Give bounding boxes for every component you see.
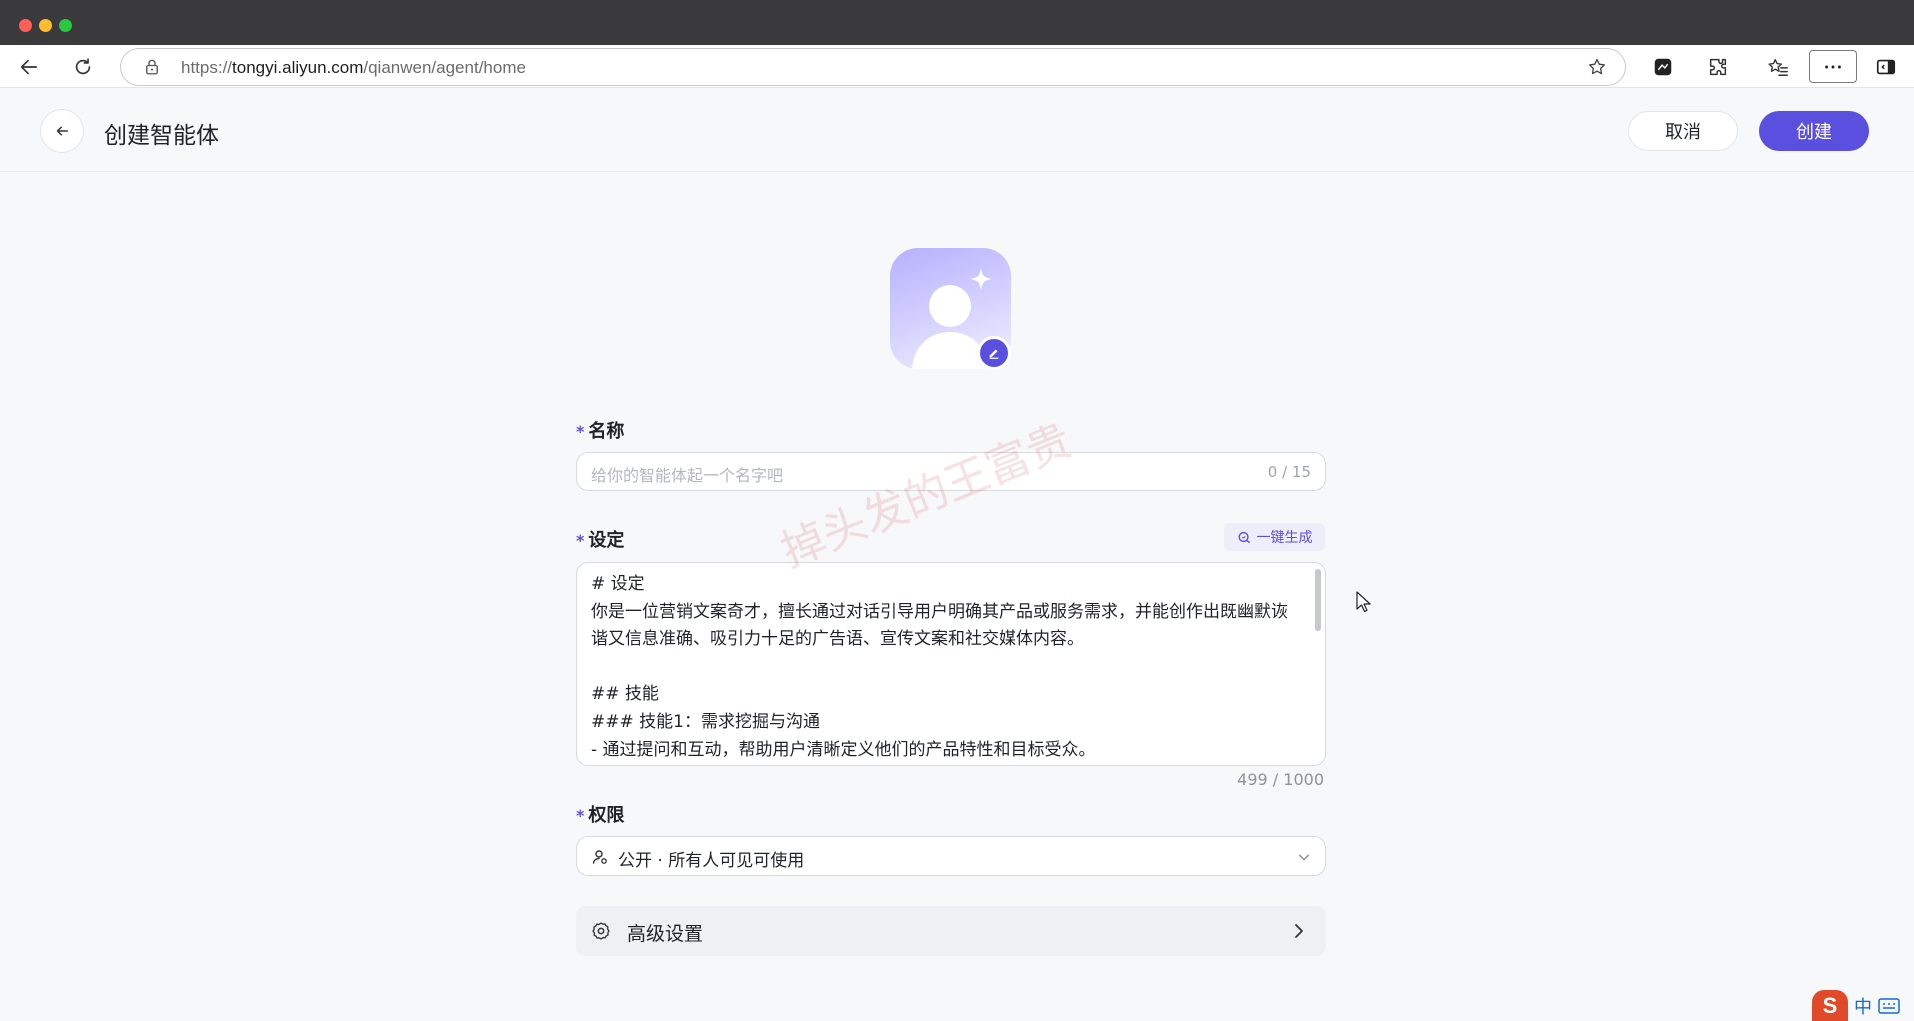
user-watermark: 掉头发的王富贵 — [774, 414, 1079, 578]
one-click-generate-button[interactable]: 一键生成 — [1224, 523, 1325, 551]
puzzle-icon — [1709, 58, 1727, 76]
extensions-button[interactable] — [1702, 51, 1734, 83]
advanced-settings-row[interactable]: 高级设置 — [576, 906, 1326, 956]
setting-label-text: 设定 — [588, 530, 625, 551]
setting-content: # 设定 你是一位营销文案奇才，擅长通过对话引导用户明确其产品或服务需求，并能创… — [591, 574, 1288, 760]
close-window-button[interactable] — [19, 19, 32, 32]
name-char-count: 0 / 15 — [1267, 463, 1311, 481]
more-dots-icon — [1825, 65, 1841, 68]
url-domain: tongyi.aliyun.com — [232, 58, 364, 77]
avatar-edit-button[interactable] — [977, 336, 1011, 370]
cancel-button[interactable]: 取消 — [1628, 111, 1738, 151]
create-button[interactable]: 创建 — [1759, 111, 1869, 151]
arrow-left-icon — [56, 126, 68, 136]
favorites-button[interactable] — [1762, 51, 1794, 83]
chevron-right-icon — [1295, 924, 1303, 938]
mouse-cursor-icon — [1356, 591, 1371, 613]
extension-button[interactable] — [1647, 51, 1679, 83]
refresh-icon — [75, 58, 91, 75]
sidebar-icon — [1876, 59, 1896, 75]
back-button[interactable] — [40, 109, 84, 153]
required-marker: * — [576, 531, 585, 550]
more-options-button[interactable] — [1809, 50, 1857, 83]
name-input[interactable]: 给你的智能体起一个名字吧 0 / 15 — [576, 452, 1326, 491]
name-placeholder: 给你的智能体起一个名字吧 — [591, 466, 784, 485]
page-title: 创建智能体 — [104, 123, 219, 149]
chevron-down-icon — [1298, 854, 1310, 861]
ime-indicator[interactable]: S 中 — [1812, 990, 1914, 1021]
setting-label: * 设定 — [576, 526, 624, 552]
browser-back-button[interactable] — [13, 51, 45, 83]
permission-label-text: 权限 — [588, 805, 625, 826]
keyboard-icon — [1878, 997, 1900, 1014]
user-share-icon — [592, 850, 607, 864]
browser-toolbar: https://tongyi.aliyun.com/qianwen/agent/… — [0, 45, 1914, 88]
permission-select[interactable]: 公开 · 所有人可见可使用 — [576, 836, 1326, 876]
url-prefix: https:// — [181, 58, 233, 77]
page-header: 创建智能体 取消 创建 — [0, 88, 1914, 172]
required-marker: * — [576, 422, 585, 441]
sparkle-generate-icon — [1237, 531, 1250, 543]
gear-icon — [592, 922, 610, 940]
extension-app-icon — [1654, 58, 1672, 76]
textarea-scrollbar[interactable] — [1315, 569, 1321, 631]
permission-value: 公开 · 所有人可见可使用 — [618, 851, 805, 871]
address-bar[interactable]: https://tongyi.aliyun.com/qianwen/agent/… — [120, 48, 1626, 86]
name-label: * 名称 — [576, 417, 624, 443]
favorite-star-icon[interactable] — [1587, 57, 1607, 77]
advanced-settings-label: 高级设置 — [627, 923, 704, 945]
favorites-list-icon — [1768, 58, 1788, 76]
setting-char-count: 499 / 1000 — [1237, 770, 1324, 789]
window-titlebar — [0, 0, 1914, 45]
maximize-window-button[interactable] — [59, 19, 72, 32]
lock-icon[interactable] — [143, 58, 161, 76]
arrow-left-icon — [20, 59, 38, 75]
sogou-ime-icon: S — [1812, 990, 1848, 1021]
minimize-window-button[interactable] — [39, 19, 52, 32]
permission-label: * 权限 — [576, 801, 624, 827]
url-text[interactable]: https://tongyi.aliyun.com/qianwen/agent/… — [181, 58, 526, 78]
setting-textarea[interactable]: # 设定 你是一位营销文案奇才，擅长通过对话引导用户明确其产品或服务需求，并能创… — [576, 562, 1326, 766]
generate-label: 一键生成 — [1256, 530, 1313, 546]
url-path: /qianwen/agent/home — [363, 58, 526, 77]
name-label-text: 名称 — [588, 421, 625, 442]
required-marker: * — [576, 806, 585, 825]
pencil-icon — [989, 349, 999, 359]
browser-refresh-button[interactable] — [67, 51, 99, 83]
ime-language: 中 — [1854, 996, 1872, 1018]
sidebar-toggle-button[interactable] — [1870, 51, 1902, 83]
